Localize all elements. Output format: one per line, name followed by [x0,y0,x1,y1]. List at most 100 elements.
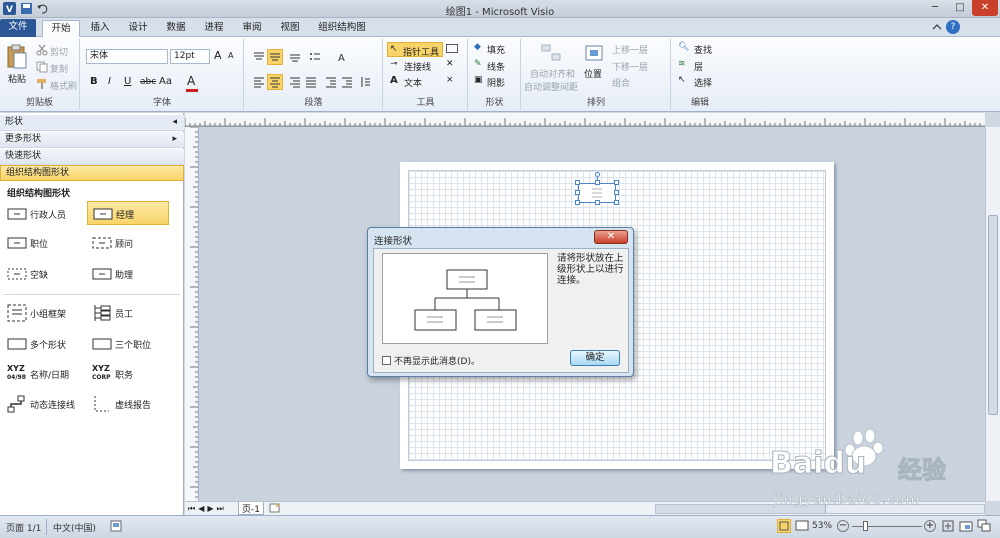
zoom-out-icon[interactable]: − [837,520,849,532]
shape-manager[interactable]: 经理 [87,201,169,225]
rectangle-tool-icon[interactable] [446,44,458,53]
collapse-pane-icon[interactable]: ◂ [172,115,177,130]
italic-icon[interactable]: I [108,76,111,87]
tab-design[interactable]: 设计 [122,20,154,37]
strikethrough-icon[interactable]: abc [140,77,156,87]
collapse-ribbon-icon[interactable] [931,21,943,33]
shape-multiple[interactable]: 多个形状 [2,332,84,356]
tab-home[interactable]: 开始 [42,20,80,37]
auto-align-label[interactable]: 自动对齐和 [530,67,575,80]
page-tab-1[interactable]: 页-1 [238,502,264,515]
grow-font-icon[interactable]: A [214,49,222,62]
tab-data[interactable]: 数据 [160,20,192,37]
bullets-icon[interactable] [309,51,321,63]
shape-team-frame[interactable]: 小组框架 [2,301,84,325]
send-backward-button[interactable]: 下移一层 [612,60,648,73]
copy-icon[interactable] [36,61,48,73]
format-painter-button[interactable]: 格式刷 [50,79,77,92]
resize-handle[interactable] [595,200,600,205]
auto-space-label[interactable]: 自动调整间距 [524,80,578,93]
language-indicator[interactable]: 中文(中国) [53,521,96,534]
align-center-icon[interactable] [267,74,283,90]
presentation-mode-icon[interactable] [795,519,809,533]
font-name-select[interactable]: 宋体 [86,49,168,64]
justify-icon[interactable] [305,76,317,88]
increase-indent-icon[interactable] [341,76,353,88]
shape-position[interactable]: 职位 [2,231,84,255]
text-tool-button[interactable]: 文本 [404,76,422,89]
cut-button[interactable]: 剪切 [50,45,68,58]
ok-button[interactable]: 确定 [570,350,620,366]
find-button[interactable]: 查找 [694,43,712,56]
select-button[interactable]: 选择 [694,76,712,89]
resize-handle[interactable] [614,180,619,185]
copy-button[interactable]: 复制 [50,62,68,75]
format-painter-icon[interactable] [36,78,48,90]
shape-title[interactable]: XYZ CORP 职务 [87,362,169,386]
underline-icon[interactable]: U [124,76,131,87]
fit-page-icon[interactable] [941,519,955,533]
insert-page-icon[interactable] [269,503,281,513]
tab-review[interactable]: 审阅 [236,20,268,37]
pan-zoom-icon[interactable] [959,519,973,533]
paste-icon[interactable] [6,44,28,70]
shadow-button[interactable]: 阴影 [487,76,505,89]
maximize-button[interactable]: □ [947,0,973,16]
resize-handle[interactable] [575,190,580,195]
connection-point-icon[interactable]: ⨯ [446,75,454,85]
checkbox-box[interactable] [382,356,391,365]
help-icon[interactable]: ? [946,20,960,34]
font-size-select[interactable]: 12pt [170,49,210,64]
pointer-tool-button[interactable]: ↖ 指针工具 [387,42,443,58]
resize-handle[interactable] [614,200,619,205]
close-button[interactable]: ✕ [972,0,998,16]
fill-button[interactable]: 填充 [487,43,505,56]
tab-insert[interactable]: 插入 [84,20,116,37]
page-indicator[interactable]: 页面 1/1 [6,521,41,534]
switch-windows-icon[interactable] [977,519,991,533]
more-shapes-item[interactable]: 更多形状 ▸ [0,132,184,148]
tab-view[interactable]: 视图 [274,20,306,37]
page-nav-icons[interactable]: ⏮◀▶⏭ [188,504,227,514]
shape-dotted-line-report[interactable]: 虚线报告 [87,392,169,416]
group-button[interactable]: 组合 [612,76,630,89]
shape-executive[interactable]: 行政人员 [2,202,84,226]
position-icon[interactable] [584,43,604,63]
align-top-icon[interactable] [253,51,265,63]
shape-consultant[interactable]: 顾问 [87,231,169,255]
shape-staff[interactable]: 员工 [87,301,169,325]
shape-three-positions[interactable]: 三个职位 [87,332,169,356]
auto-align-icon[interactable] [540,43,562,63]
zoom-slider-thumb[interactable] [863,521,868,531]
change-case-icon[interactable]: Aa [159,76,172,87]
text-direction-icon[interactable]: A [337,51,349,64]
resize-handle[interactable] [595,180,600,185]
bold-icon[interactable]: B [90,76,98,87]
quick-shapes-item[interactable]: 快速形状 [0,149,184,165]
cut-icon[interactable] [36,44,48,56]
tab-file[interactable]: 文件 [0,19,36,37]
bring-forward-button[interactable]: 上移一层 [612,43,648,56]
line-button[interactable]: 线条 [487,60,505,73]
align-right-icon[interactable] [289,76,301,88]
vertical-scroll-thumb[interactable] [988,215,998,415]
full-screen-view-icon[interactable] [777,519,791,533]
line-spacing-icon[interactable] [359,76,371,88]
connector-tool-button[interactable]: 连接线 [404,60,431,73]
tab-process[interactable]: 进程 [198,20,230,37]
align-left-icon[interactable] [253,76,265,88]
layers-button[interactable]: 层 [694,60,703,73]
resize-handle[interactable] [575,180,580,185]
resize-handle[interactable] [614,190,619,195]
align-bottom-icon[interactable] [289,51,301,63]
font-color-icon[interactable]: A [187,74,195,88]
paste-button-label[interactable]: 粘贴 [8,72,26,85]
close-shape-icon[interactable]: ✕ [446,59,454,69]
shape-dynamic-connector[interactable]: 动态连接线 [2,392,84,416]
org-chart-shapes-item[interactable]: 组织结构图形状 [0,165,184,181]
zoom-in-icon[interactable]: + [924,520,936,532]
dialog-close-button[interactable]: ✕ [594,230,628,244]
minimize-button[interactable]: ─ [922,0,948,16]
position-button[interactable]: 位置 [584,67,602,80]
dont-show-again-checkbox[interactable]: 不再显示此消息(D)。 [382,354,480,367]
